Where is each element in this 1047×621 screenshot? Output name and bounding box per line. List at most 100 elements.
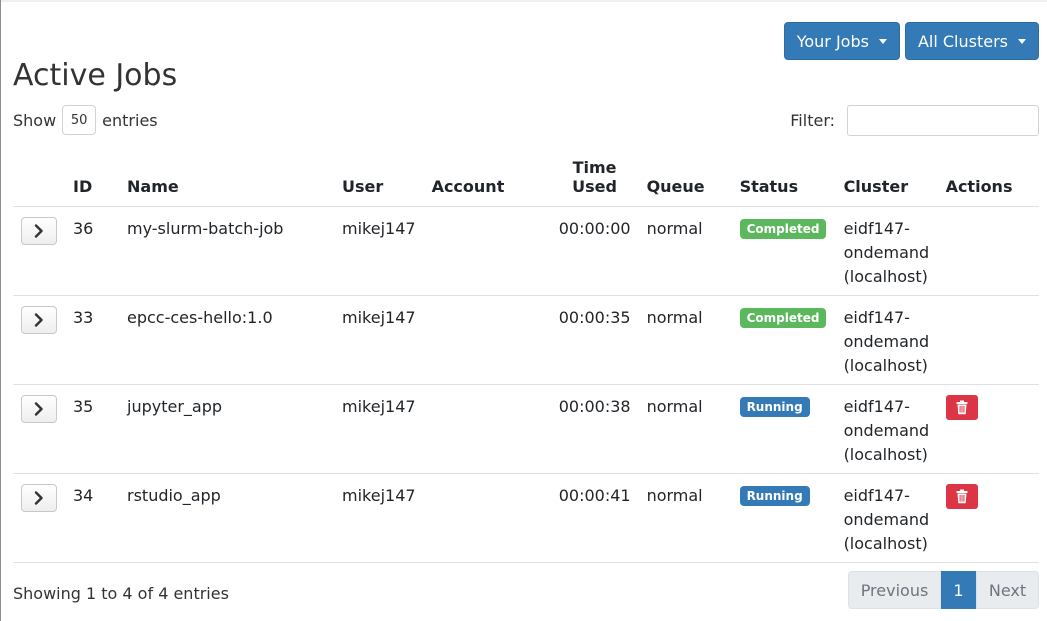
column-name[interactable]: Name bbox=[119, 146, 334, 206]
job-user: mikej147 bbox=[334, 294, 424, 384]
job-user: mikej147 bbox=[334, 383, 424, 473]
show-label: Show bbox=[13, 110, 57, 130]
job-account bbox=[423, 472, 551, 563]
column-actions: Actions bbox=[945, 176, 1013, 196]
job-queue: normal bbox=[638, 205, 732, 295]
expand-cell bbox=[13, 294, 65, 384]
cluster-line: (localhost) bbox=[843, 355, 928, 375]
job-cluster: eidf147- ondemand (localhost) bbox=[835, 472, 938, 563]
job-name: epcc-ces-hello:1.0 bbox=[119, 294, 334, 384]
column-time-used-line1: Time bbox=[572, 157, 617, 177]
all-clusters-label: All Clusters bbox=[917, 31, 1008, 51]
page-length-select[interactable]: 50 bbox=[62, 105, 97, 135]
job-user: mikej147 bbox=[334, 472, 424, 563]
expand-row-button[interactable] bbox=[21, 394, 57, 423]
table-info: Showing 1 to 4 of 4 entries bbox=[13, 584, 229, 603]
page-1-button[interactable]: 1 bbox=[941, 571, 976, 609]
job-account bbox=[423, 294, 551, 384]
cluster-line: ondemand bbox=[843, 420, 930, 440]
status-badge: Running bbox=[739, 486, 810, 506]
column-time-used-line2: Used bbox=[572, 176, 617, 196]
delete-job-button[interactable] bbox=[945, 483, 978, 509]
job-id: 34 bbox=[65, 472, 119, 563]
chevron-right-icon bbox=[34, 223, 43, 238]
delete-job-button[interactable] bbox=[945, 394, 978, 420]
job-user: mikej147 bbox=[334, 205, 424, 295]
expand-row-button[interactable] bbox=[21, 216, 57, 245]
job-name: my-slurm-batch-job bbox=[119, 205, 334, 295]
job-actions bbox=[937, 472, 1039, 563]
expand-cell bbox=[13, 205, 65, 295]
table-row: 33 epcc-ces-hello:1.0 mikej147 00:00:35 … bbox=[13, 294, 1039, 384]
expand-cell bbox=[13, 383, 65, 473]
column-time-used[interactable]: Time Used bbox=[551, 146, 639, 206]
job-id: 36 bbox=[65, 205, 119, 295]
top-border bbox=[0, 0, 1047, 2]
chevron-right-icon bbox=[34, 312, 43, 327]
next-page-button[interactable]: Next bbox=[976, 571, 1039, 609]
chevron-right-icon bbox=[34, 401, 43, 416]
page-title: Active Jobs bbox=[13, 58, 178, 93]
column-account[interactable]: Account bbox=[424, 146, 551, 206]
expand-row-button[interactable] bbox=[21, 305, 57, 334]
previous-page-button[interactable]: Previous bbox=[848, 571, 941, 609]
job-queue: normal bbox=[638, 472, 732, 563]
your-jobs-label: Your Jobs bbox=[796, 31, 869, 51]
job-status-cell: Completed bbox=[731, 205, 836, 295]
job-account bbox=[423, 205, 551, 295]
filter-label: Filter: bbox=[790, 111, 835, 130]
trash-icon bbox=[956, 400, 968, 414]
table-header-row: ID Name User Account Time Used Queue Sta… bbox=[13, 146, 1039, 206]
job-cluster: eidf147- ondemand (localhost) bbox=[835, 294, 938, 384]
job-actions bbox=[937, 294, 1039, 384]
job-cluster: eidf147- ondemand (localhost) bbox=[835, 383, 938, 473]
jobs-table: ID Name User Account Time Used Queue Sta… bbox=[13, 146, 1039, 563]
cluster-line: (localhost) bbox=[843, 444, 928, 464]
cluster-line: ondemand bbox=[843, 331, 930, 351]
table-row: 34 rstudio_app mikej147 00:00:41 normal … bbox=[13, 472, 1039, 563]
expand-row-button[interactable] bbox=[21, 483, 57, 512]
column-queue[interactable]: Queue bbox=[639, 146, 732, 206]
column-id[interactable]: ID bbox=[65, 146, 119, 206]
status-badge: Completed bbox=[739, 219, 827, 239]
cluster-line: ondemand bbox=[843, 242, 930, 262]
pagination: Previous 1 Next bbox=[848, 571, 1039, 609]
column-user[interactable]: User bbox=[334, 146, 424, 206]
cluster-line: ondemand bbox=[843, 509, 930, 529]
job-status-cell: Running bbox=[731, 383, 836, 473]
job-cluster: eidf147- ondemand (localhost) bbox=[835, 205, 938, 295]
job-queue: normal bbox=[638, 294, 732, 384]
cluster-line: (localhost) bbox=[843, 533, 928, 553]
job-actions bbox=[937, 383, 1039, 473]
job-name: jupyter_app bbox=[119, 383, 334, 473]
entries-label: entries bbox=[102, 110, 158, 130]
page-length-control: Show 50 entries bbox=[13, 105, 158, 135]
job-status-cell: Completed bbox=[731, 294, 836, 384]
job-actions bbox=[937, 205, 1039, 295]
left-border bbox=[0, 0, 1, 621]
all-clusters-dropdown[interactable]: All Clusters bbox=[904, 22, 1039, 60]
job-time-used: 00:00:41 bbox=[550, 472, 639, 563]
cluster-line: eidf147- bbox=[843, 485, 910, 505]
cluster-line: (localhost) bbox=[843, 266, 928, 286]
job-id: 33 bbox=[65, 294, 119, 384]
column-cluster[interactable]: Cluster bbox=[836, 146, 938, 206]
top-toolbar: Your Jobs All Clusters bbox=[783, 22, 1039, 60]
cluster-line: eidf147- bbox=[843, 218, 910, 238]
column-expand bbox=[13, 146, 65, 206]
trash-icon bbox=[956, 489, 968, 503]
chevron-right-icon bbox=[34, 490, 43, 505]
job-queue: normal bbox=[638, 383, 732, 473]
expand-cell bbox=[13, 472, 65, 563]
job-time-used: 00:00:00 bbox=[550, 205, 639, 295]
job-account bbox=[423, 383, 551, 473]
filter-input[interactable] bbox=[847, 105, 1039, 136]
table-row: 36 my-slurm-batch-job mikej147 00:00:00 … bbox=[13, 205, 1039, 295]
your-jobs-dropdown[interactable]: Your Jobs bbox=[783, 22, 900, 60]
column-status[interactable]: Status bbox=[732, 146, 836, 206]
caret-down-icon bbox=[1018, 38, 1026, 44]
job-time-used: 00:00:35 bbox=[550, 294, 639, 384]
cluster-line: eidf147- bbox=[843, 307, 910, 327]
cluster-line: eidf147- bbox=[843, 396, 910, 416]
caret-down-icon bbox=[878, 38, 887, 44]
